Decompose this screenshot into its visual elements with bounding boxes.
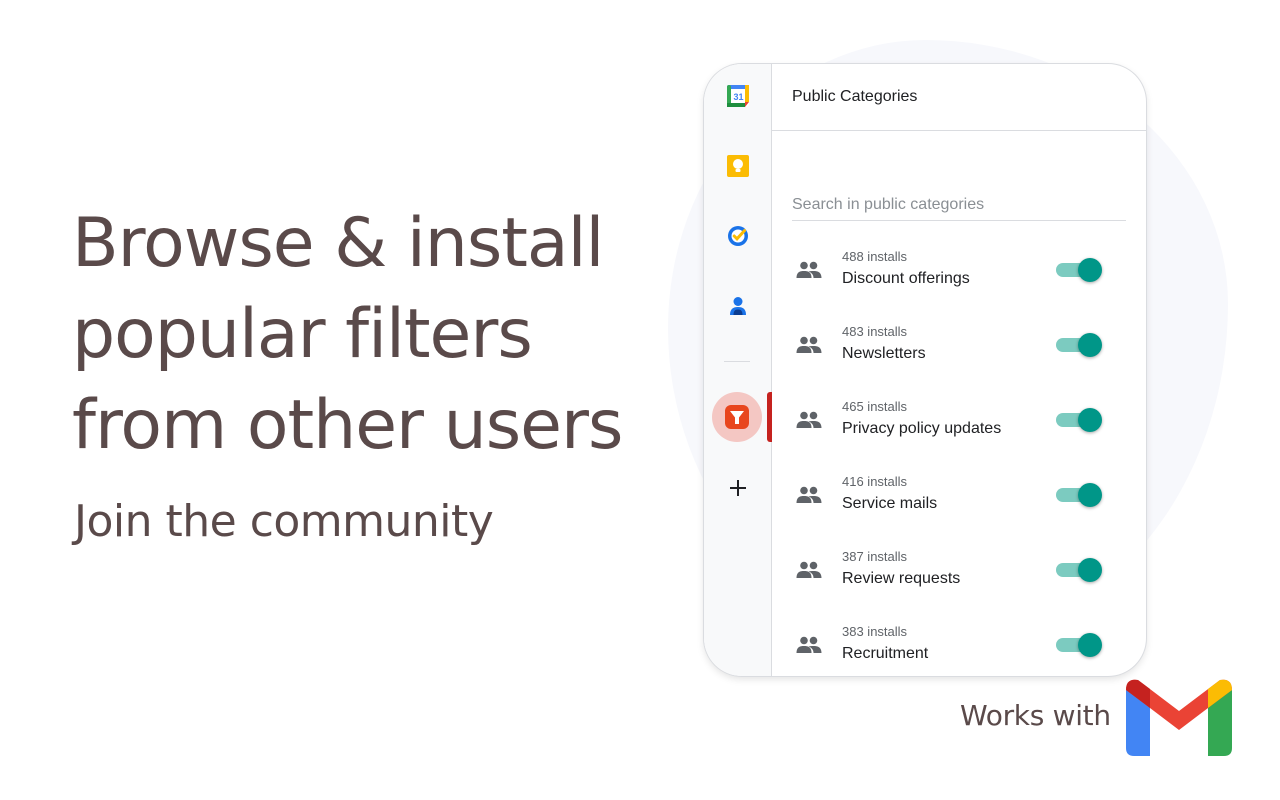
subheadline: Join the community bbox=[74, 496, 494, 547]
panel-title: Public Categories bbox=[792, 88, 918, 105]
calendar-icon[interactable]: 31 bbox=[724, 82, 752, 110]
category-toggle[interactable] bbox=[1056, 482, 1104, 508]
headline: Browse & install popular filters from ot… bbox=[72, 198, 623, 471]
install-count: 416 installs bbox=[842, 474, 908, 489]
category-name: Newsletters bbox=[842, 345, 926, 362]
toggle-knob bbox=[1078, 333, 1102, 357]
category-toggle[interactable] bbox=[1056, 557, 1104, 583]
category-toggle[interactable] bbox=[1056, 257, 1104, 283]
search-input[interactable] bbox=[792, 190, 1126, 221]
side-rail: 31 bbox=[704, 64, 772, 676]
filter-addon-button[interactable] bbox=[712, 392, 762, 442]
install-count: 465 installs bbox=[842, 399, 908, 414]
people-icon bbox=[796, 636, 822, 653]
category-toggle[interactable] bbox=[1056, 332, 1104, 358]
category-name: Recruitment bbox=[842, 645, 929, 662]
gmail-logo-icon bbox=[1126, 679, 1232, 756]
list-item: 383 installs Recruitment bbox=[772, 610, 1146, 676]
keep-icon[interactable] bbox=[724, 152, 752, 180]
contacts-icon[interactable] bbox=[724, 292, 752, 320]
panel-main: Public Categories 488 installs Discount … bbox=[772, 64, 1146, 676]
rail-divider bbox=[724, 361, 750, 362]
list-item: 465 installs Privacy policy updates bbox=[772, 385, 1146, 460]
add-icon[interactable] bbox=[724, 474, 752, 502]
headline-line: from other users bbox=[72, 386, 623, 465]
people-icon bbox=[796, 336, 822, 353]
list-item: 387 installs Review requests bbox=[772, 535, 1146, 610]
people-icon bbox=[796, 261, 822, 278]
people-icon bbox=[796, 561, 822, 578]
tasks-icon[interactable] bbox=[724, 222, 752, 250]
category-list: 488 installs Discount offerings 483 inst… bbox=[772, 235, 1146, 676]
calendar-day-label: 31 bbox=[733, 92, 743, 102]
people-icon bbox=[796, 411, 822, 428]
install-count: 483 installs bbox=[842, 324, 908, 339]
list-item: 488 installs Discount offerings bbox=[772, 235, 1146, 310]
list-item: 483 installs Newsletters bbox=[772, 310, 1146, 385]
headline-line: popular filters bbox=[72, 295, 533, 374]
filter-addon-icon bbox=[725, 405, 749, 429]
toggle-knob bbox=[1078, 558, 1102, 582]
install-count: 488 installs bbox=[842, 249, 908, 264]
panel-header: Public Categories bbox=[772, 64, 1146, 131]
people-icon bbox=[796, 486, 822, 503]
list-item: 416 installs Service mails bbox=[772, 460, 1146, 535]
headline-line: Browse & install bbox=[72, 204, 604, 283]
category-name: Service mails bbox=[842, 495, 938, 512]
category-name: Discount offerings bbox=[842, 270, 970, 287]
addon-panel: 31 Public Categories Search in public ca… bbox=[704, 64, 1146, 676]
category-toggle[interactable] bbox=[1056, 407, 1104, 433]
works-with-label: Works with bbox=[960, 699, 1111, 732]
install-count: 387 installs bbox=[842, 549, 908, 564]
toggle-knob bbox=[1078, 408, 1102, 432]
category-name: Review requests bbox=[842, 570, 961, 587]
toggle-knob bbox=[1078, 483, 1102, 507]
toggle-knob bbox=[1078, 633, 1102, 657]
category-name: Privacy policy updates bbox=[842, 420, 1002, 437]
toggle-knob bbox=[1078, 258, 1102, 282]
category-toggle[interactable] bbox=[1056, 632, 1104, 658]
install-count: 383 installs bbox=[842, 624, 908, 639]
